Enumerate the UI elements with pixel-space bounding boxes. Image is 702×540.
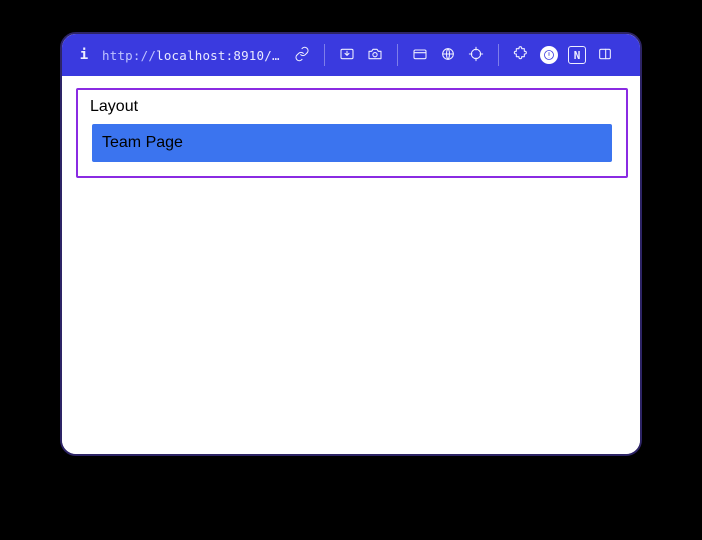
layout-label: Layout bbox=[88, 96, 616, 124]
url-rest: localhost:8910/abo… bbox=[156, 48, 284, 63]
puzzle-icon bbox=[513, 46, 529, 65]
site-status-button[interactable] bbox=[537, 43, 561, 67]
url-scheme: http:// bbox=[102, 48, 156, 63]
alert-circle-icon bbox=[540, 46, 558, 64]
camera-icon bbox=[367, 46, 383, 65]
site-info-button[interactable]: i bbox=[72, 43, 96, 67]
link-icon bbox=[294, 46, 310, 65]
globe-icon bbox=[440, 46, 456, 65]
page-label: Team Page bbox=[102, 134, 183, 151]
toolbar-separator bbox=[498, 44, 499, 66]
network-button[interactable] bbox=[436, 43, 460, 67]
browser-toolbar: i http://localhost:8910/abo… bbox=[62, 34, 640, 76]
notion-icon: N bbox=[568, 46, 586, 64]
toolbar-separator bbox=[397, 44, 398, 66]
panel-toggle-icon bbox=[597, 46, 613, 65]
extensions-group: N bbox=[509, 43, 617, 67]
page-content: Layout Team Page bbox=[62, 76, 640, 454]
download-tray-button[interactable] bbox=[335, 43, 359, 67]
screenshot-button[interactable] bbox=[363, 43, 387, 67]
files-button[interactable] bbox=[408, 43, 432, 67]
target-button[interactable] bbox=[464, 43, 488, 67]
download-tray-icon bbox=[339, 46, 355, 65]
capture-group bbox=[335, 43, 387, 67]
info-icon: i bbox=[75, 48, 93, 62]
toolbar-separator bbox=[324, 44, 325, 66]
copy-link-button[interactable] bbox=[290, 43, 314, 67]
layout-outline: Layout Team Page bbox=[76, 88, 628, 178]
address-bar[interactable]: http://localhost:8910/abo… bbox=[102, 48, 284, 63]
browser-window: i http://localhost:8910/abo… bbox=[60, 32, 642, 456]
crosshair-icon bbox=[468, 46, 484, 65]
panel-toggle-button[interactable] bbox=[593, 43, 617, 67]
nav-group bbox=[408, 43, 488, 67]
page-highlight: Team Page bbox=[92, 124, 612, 162]
extensions-button[interactable] bbox=[509, 43, 533, 67]
folder-icon bbox=[412, 46, 428, 65]
notion-extension-button[interactable]: N bbox=[565, 43, 589, 67]
